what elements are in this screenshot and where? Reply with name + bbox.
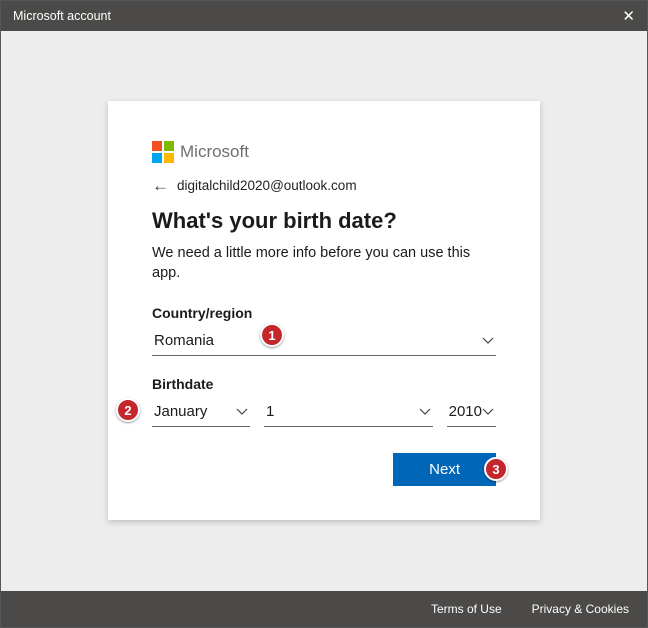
page-subtext: We need a little more info before you ca… (152, 244, 496, 283)
next-button[interactable]: Next 3 (393, 453, 496, 486)
content-area: Microsoft ← digitalchild2020@outlook.com… (1, 31, 647, 591)
birth-day-value: 1 (266, 403, 274, 420)
identity-row: ← digitalchild2020@outlook.com (152, 177, 496, 194)
chevron-down-icon (482, 337, 494, 345)
annotation-badge-3: 3 (484, 457, 508, 481)
brand-name: Microsoft (180, 142, 249, 162)
birth-year-value: 2010 (449, 403, 482, 420)
chevron-down-icon (236, 408, 248, 416)
country-value: Romania (154, 332, 214, 349)
close-icon[interactable]: ✕ (622, 7, 635, 25)
birth-month-value: January (154, 403, 207, 420)
next-button-label: Next (429, 461, 460, 478)
birthdate-label: Birthdate (152, 376, 496, 392)
footer-privacy-link[interactable]: Privacy & Cookies (532, 602, 629, 616)
annotation-badge-1: 1 (260, 323, 284, 347)
back-arrow-icon[interactable]: ← (152, 177, 169, 194)
window-frame: Microsoft account ✕ Microsoft ← digitalc… (0, 0, 648, 628)
account-email: digitalchild2020@outlook.com (177, 178, 357, 193)
chevron-down-icon (482, 408, 494, 416)
titlebar: Microsoft account ✕ (1, 1, 647, 31)
birth-month-select[interactable]: January (152, 398, 250, 427)
signin-card: Microsoft ← digitalchild2020@outlook.com… (108, 101, 540, 520)
chevron-down-icon (419, 408, 431, 416)
button-row: Next 3 (152, 453, 496, 486)
footer-terms-link[interactable]: Terms of Use (431, 602, 502, 616)
footer-bar: Terms of Use Privacy & Cookies (1, 591, 647, 627)
country-select[interactable]: Romania (152, 327, 496, 356)
brand-row: Microsoft (152, 141, 496, 163)
country-label: Country/region (152, 305, 496, 321)
country-field: Country/region Romania 1 (152, 305, 496, 356)
annotation-badge-2: 2 (116, 398, 140, 422)
birth-day-select[interactable]: 1 (264, 398, 433, 427)
window-title: Microsoft account (13, 9, 111, 23)
page-title: What's your birth date? (152, 208, 496, 234)
birthdate-field: Birthdate 2 January 1 (152, 376, 496, 427)
birth-year-select[interactable]: 2010 (447, 398, 496, 427)
microsoft-logo-icon (152, 141, 174, 163)
